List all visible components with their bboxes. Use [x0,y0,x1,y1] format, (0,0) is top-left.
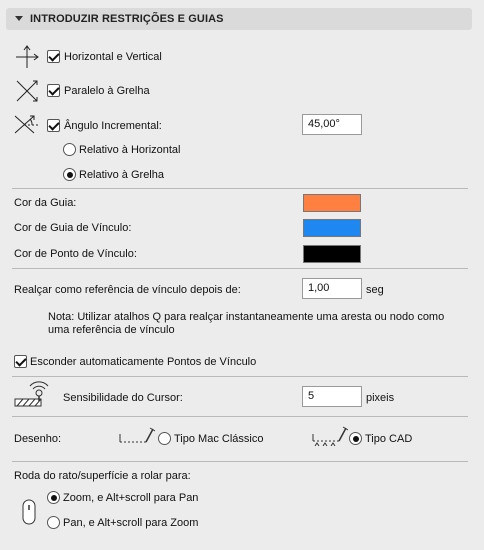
drawing-label: Desenho: [14,433,62,445]
shortcut-note: Nota: Utilizar atalhos Q para realçar in… [48,311,445,336]
cursor-sensitivity-label: Sensibilidade do Cursor: [63,392,183,404]
cad-label: Tipo CAD [365,433,413,445]
highlight-delay-input[interactable]: 1,00 [302,278,362,299]
divider [12,461,468,462]
scroll-zoom-radio[interactable] [47,491,60,504]
divider [12,188,468,189]
snap-guide-color-label: Cor de Guia de Vínculo: [14,222,132,234]
angle-increment-checkbox[interactable] [47,119,60,132]
cursor-sensitivity-input[interactable]: 5 [302,386,362,407]
cad-radio[interactable] [349,432,362,445]
guide-color-swatch[interactable] [303,194,361,212]
snap-guide-color-swatch[interactable] [303,219,361,237]
collapse-triangle-icon[interactable] [15,16,23,21]
horizontal-vertical-checkbox[interactable] [47,50,60,63]
angle-increment-label: Ângulo Incremental: [64,120,162,132]
relative-horizontal-label: Relativo à Horizontal [79,144,181,156]
hide-snap-points-label: Esconder automaticamente Pontos de Víncu… [30,356,257,368]
mac-classic-radio[interactable] [158,432,171,445]
scroll-wheel-label: Roda do rato/superfície a rolar para: [14,470,191,482]
highlight-delay-label: Realçar como referência de vínculo depoi… [14,284,241,296]
parallel-grid-label: Paralelo à Grelha [64,85,150,97]
hide-snap-points-checkbox[interactable] [14,355,27,368]
cursor-sensitivity-unit: pixeis [366,392,395,404]
mac-classic-label: Tipo Mac Clássico [174,433,264,445]
snap-point-color-swatch[interactable] [303,245,361,263]
parallel-grid-icon [14,78,40,104]
cursor-sensitivity-icon [13,379,51,409]
relative-grid-radio[interactable] [63,168,76,181]
section-title: INTRODUZIR RESTRIÇÕES E GUIAS [30,13,224,25]
horizontal-vertical-icon [14,44,40,70]
angle-increment-input[interactable]: 45,00° [302,114,362,135]
relative-horizontal-radio[interactable] [63,143,76,156]
scroll-zoom-label: Zoom, e Alt+scroll para Pan [63,492,199,504]
angle-increment-icon [12,111,42,137]
cad-drawing-icon [311,424,349,446]
divider [12,416,468,417]
scroll-pan-radio[interactable] [47,516,60,529]
divider [12,268,468,269]
mouse-wheel-icon [22,499,36,525]
horizontal-vertical-label: Horizontal e Vertical [64,51,162,63]
section-header[interactable]: INTRODUZIR RESTRIÇÕES E GUIAS [6,8,472,30]
snap-point-color-label: Cor de Ponto de Vínculo: [14,248,137,260]
guide-color-label: Cor da Guia: [14,197,77,209]
highlight-delay-unit: seg [366,284,384,296]
relative-grid-label: Relativo à Grelha [79,169,164,181]
scroll-pan-label: Pan, e Alt+scroll para Zoom [63,517,199,529]
parallel-grid-checkbox[interactable] [47,84,60,97]
divider [12,376,468,377]
mac-classic-drawing-icon [118,424,156,446]
